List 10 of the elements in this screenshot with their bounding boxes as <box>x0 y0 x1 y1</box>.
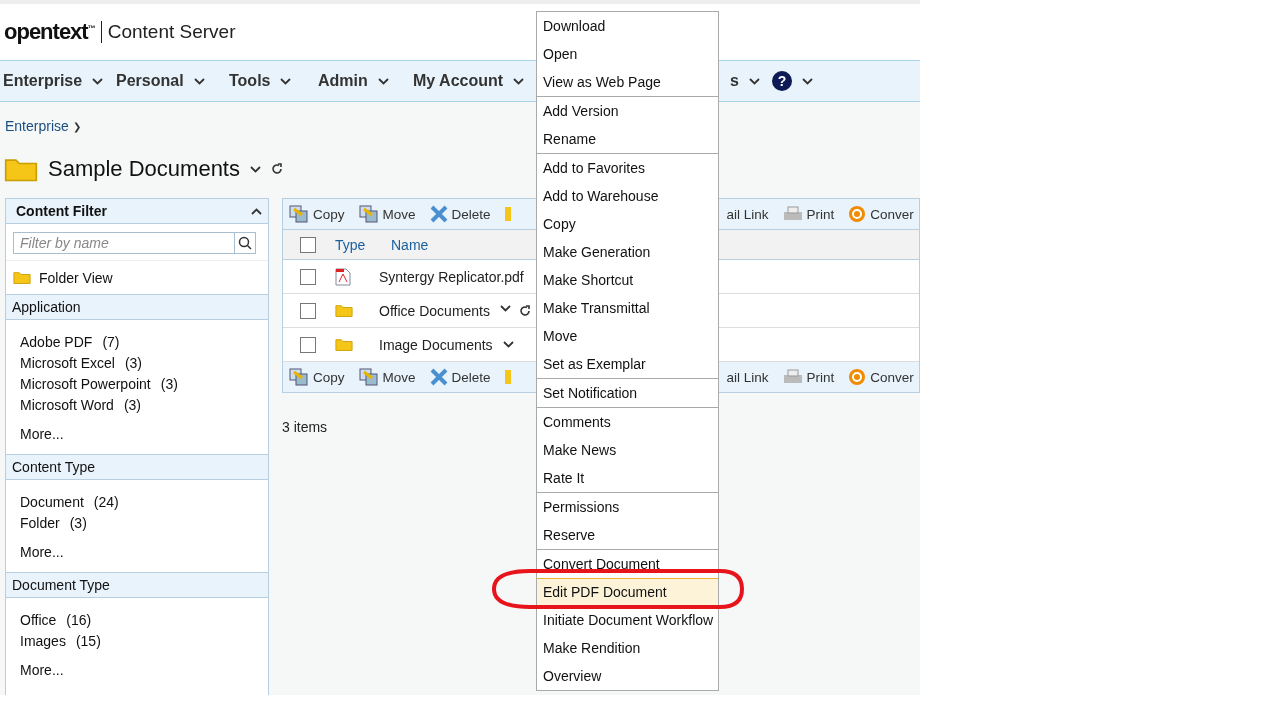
separator-icon: ❯ <box>72 120 81 132</box>
section-title: Application <box>12 299 81 315</box>
panel-title: Content Filter <box>16 203 107 219</box>
section-title: Content Type <box>12 459 96 475</box>
product-name: Content Server <box>107 21 236 43</box>
logo: opentext$^{™}$ <box>4 19 95 45</box>
help-icon: ? <box>772 71 792 91</box>
section-title: Document Type <box>12 577 110 593</box>
folder-title: Sample Documents <box>48 156 240 182</box>
item-count: 3 items <box>282 419 328 435</box>
